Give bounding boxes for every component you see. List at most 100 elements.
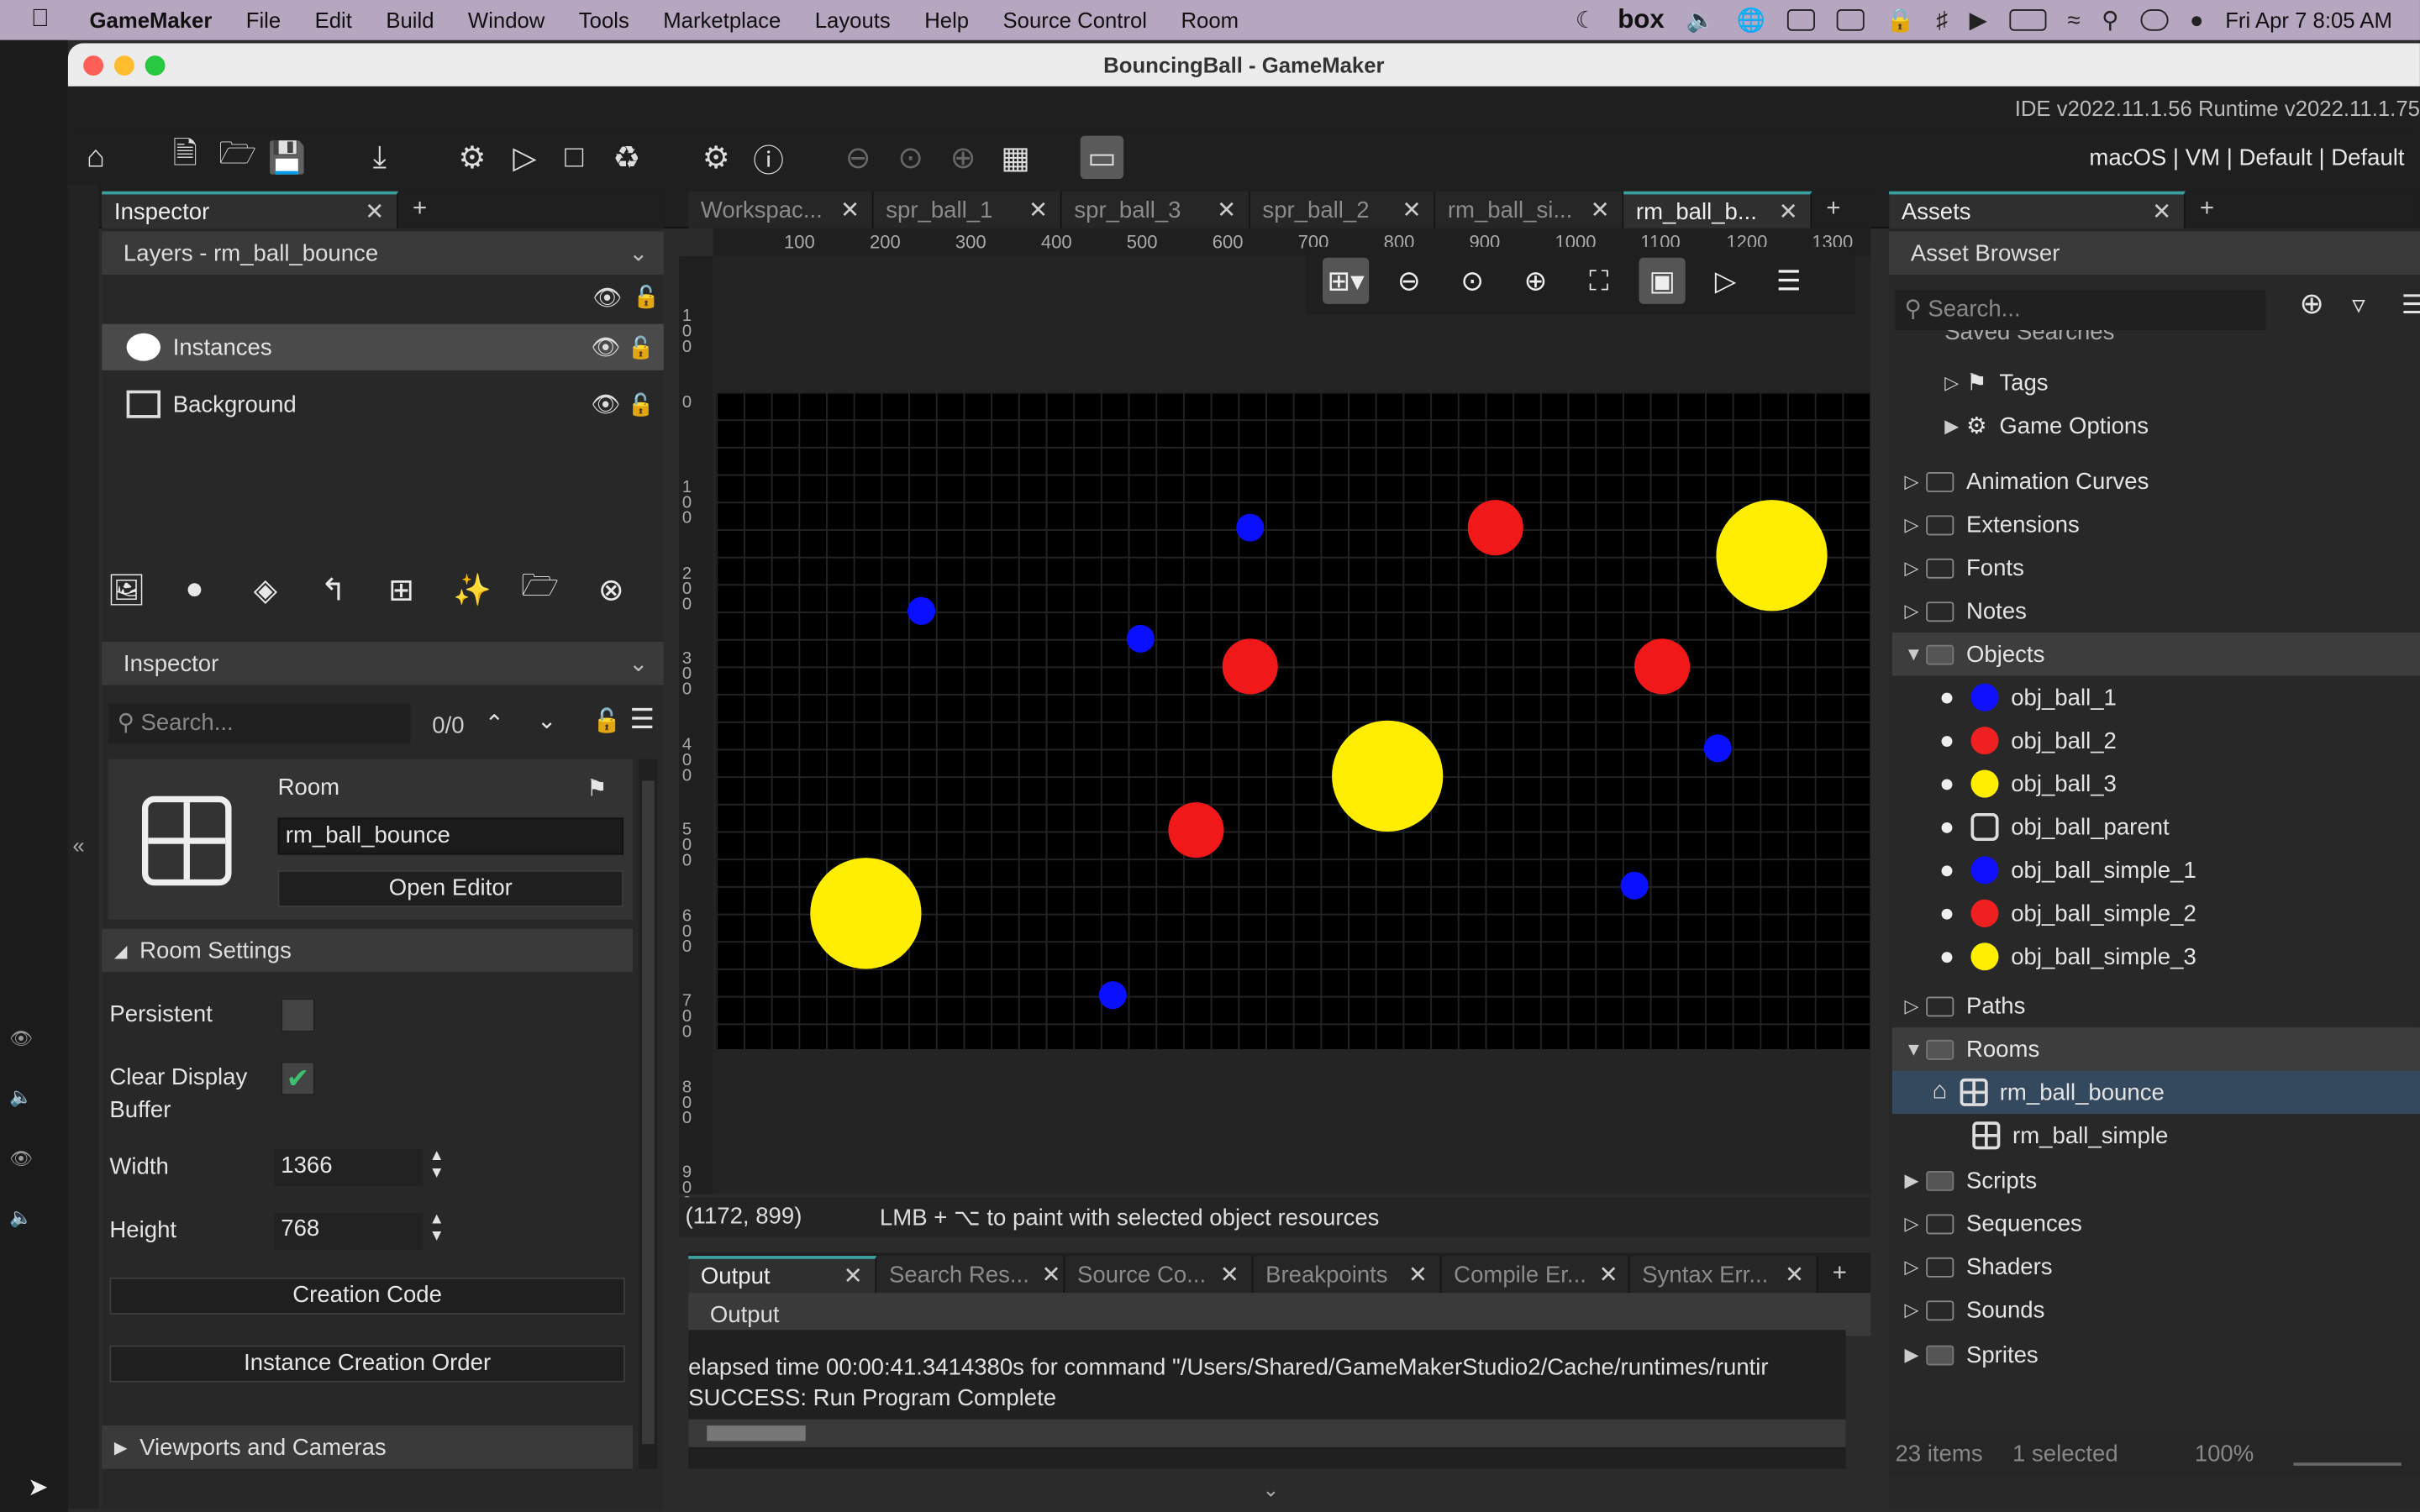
tree-folder-sequences[interactable]: ▷ Sequences <box>1892 1202 2420 1245</box>
home-icon[interactable]: ⌂ <box>74 136 117 179</box>
fit-view-icon[interactable]: ▦ <box>994 136 1037 179</box>
ball-instance[interactable] <box>1236 513 1265 542</box>
tree-row-saved-searches[interactable]: Saved Searches <box>1892 330 2420 352</box>
ball-instance[interactable] <box>1222 638 1278 695</box>
room-bounds-icon[interactable]: ▣ <box>1639 257 1686 304</box>
ball-instance[interactable] <box>1332 720 1444 832</box>
add-tab-icon[interactable]: + <box>398 192 441 228</box>
menu-icon[interactable]: ☰ <box>2402 290 2420 321</box>
add-tile-layer-icon[interactable]: ◈ <box>241 564 291 614</box>
run-icon[interactable]: ▷ <box>503 136 546 179</box>
height-stepper[interactable]: ▲ ▼ <box>429 1211 445 1245</box>
tree-row-tags[interactable]: ▷ ⚑ Tags <box>1892 361 2420 404</box>
close-icon[interactable]: ✕ <box>2152 197 2171 225</box>
room-settings-header[interactable]: ◢ Room Settings <box>102 928 634 973</box>
add-effect-layer-icon[interactable]: ✨ <box>448 564 497 614</box>
tree-object-row[interactable]: obj_ball_2 <box>1892 719 2420 762</box>
screen-record-icon[interactable] <box>1786 9 1815 31</box>
tree-folder-animation-curves[interactable]: ▷ Animation Curves <box>1892 459 2420 502</box>
expand-triangle-icon[interactable]: ▷ <box>1904 557 1926 579</box>
collapse-triangle-icon[interactable]: ▼ <box>1904 643 1926 665</box>
clear-display-checkbox[interactable]: ✔ <box>281 1061 315 1096</box>
close-icon[interactable]: ✕ <box>365 197 384 225</box>
menu-help[interactable]: Help <box>924 8 969 32</box>
chevron-down-icon[interactable]: ⌄ <box>537 706 556 734</box>
tree-room-row[interactable]: rm_ball_simple <box>1892 1114 2420 1157</box>
clean-icon[interactable]: ♻ <box>605 136 648 179</box>
ball-instance[interactable] <box>1168 802 1224 858</box>
room-canvas[interactable] <box>713 255 1871 1194</box>
asset-search-input[interactable]: ⚲ Search... <box>1895 290 2266 331</box>
room-grid[interactable] <box>716 391 1871 1049</box>
target-selector[interactable]: macOS | VM | Default | Default <box>2089 145 2404 171</box>
close-icon[interactable]: ✕ <box>1779 197 1798 225</box>
delete-layer-icon[interactable]: ⊗ <box>587 564 636 614</box>
speaker-icon[interactable]: 🔈 <box>9 1086 32 1108</box>
ball-instance[interactable] <box>1126 624 1155 653</box>
tab-spr-ball-1[interactable]: spr_ball_1 ✕ <box>873 191 1062 228</box>
tree-folder-shaders[interactable]: ▷ Shaders <box>1892 1245 2420 1288</box>
expand-triangle-icon[interactable]: ▶ <box>1904 1169 1926 1191</box>
tree-folder-extensions[interactable]: ▷ Extensions <box>1892 503 2420 546</box>
expand-triangle-icon[interactable]: ▷ <box>1904 995 1926 1017</box>
expand-triangle-icon[interactable]: ▷ <box>1904 1213 1926 1235</box>
open-editor-button[interactable]: Open Editor <box>277 869 624 907</box>
tab-workspace[interactable]: Workspac... ✕ <box>688 191 874 228</box>
play-status-icon[interactable]: ▶ <box>1970 6 1987 34</box>
help-icon[interactable]: ⓘ <box>747 136 790 179</box>
tree-folder-fonts[interactable]: ▷ Fonts <box>1892 546 2420 589</box>
new-project-icon[interactable]: 🗎 <box>164 136 207 179</box>
chevron-up-icon[interactable]: ⌃ <box>485 710 504 738</box>
speaker-icon[interactable]: 🔈 <box>9 1206 32 1228</box>
tab-spr-ball-3[interactable]: spr_ball_3 ✕ <box>1061 191 1250 228</box>
tree-folder-scripts[interactable]: ▶ Scripts <box>1892 1158 2420 1201</box>
fit-view-icon[interactable]: ⛶ <box>1576 258 1622 304</box>
tree-folder-sounds[interactable]: ▷ Sounds <box>1892 1289 2420 1331</box>
horizontal-scrollbar[interactable] <box>688 1419 1846 1447</box>
instance-creation-order-button[interactable]: Instance Creation Order <box>109 1345 625 1383</box>
close-icon[interactable]: ✕ <box>1599 1261 1618 1288</box>
lock-icon[interactable]: 🔓 <box>628 391 655 417</box>
zoom-out-icon[interactable]: ⊖ <box>836 136 879 179</box>
collapse-triangle-icon[interactable]: ▼ <box>1904 1038 1926 1060</box>
expand-triangle-icon[interactable]: ▷ <box>1904 470 1926 492</box>
zoom-reset-icon[interactable]: ⊙ <box>889 136 932 179</box>
zoom-window-button[interactable] <box>145 55 166 76</box>
add-folder-icon[interactable]: 🗁 <box>515 564 565 614</box>
eye-icon[interactable]: 👁 <box>591 333 620 361</box>
tree-folder-paths[interactable]: ▷ Paths <box>1892 984 2420 1027</box>
ball-instance[interactable] <box>1620 871 1649 900</box>
expand-dock-icon[interactable]: « <box>72 833 84 858</box>
add-instance-layer-icon[interactable]: ● <box>170 564 219 614</box>
add-path-layer-icon[interactable]: ↰ <box>308 564 358 614</box>
inspector-search-input[interactable]: ⚲ Search... <box>108 703 411 744</box>
control-center-icon[interactable] <box>2140 9 2169 31</box>
tab-output[interactable]: Output ✕ <box>688 1256 877 1294</box>
tab-syntax-errors[interactable]: Syntax Err... ✕ <box>1629 1256 1818 1294</box>
globe-icon[interactable]: 🌐 <box>1736 6 1765 34</box>
volume-icon[interactable]: 🔈 <box>1686 6 1714 34</box>
add-tab-icon[interactable]: + <box>1812 192 1854 228</box>
minimize-window-button[interactable] <box>113 55 134 76</box>
inspector-header[interactable]: Inspector ⌄ <box>102 642 664 685</box>
grid-toggle-icon[interactable]: ⊞▾ <box>1323 257 1370 304</box>
lock-icon[interactable]: 🔓 <box>628 334 655 360</box>
menu-source-control[interactable]: Source Control <box>1003 8 1148 32</box>
close-icon[interactable]: ✕ <box>1402 196 1421 223</box>
tree-object-row[interactable]: obj_ball_parent <box>1892 806 2420 848</box>
chevron-down-icon[interactable]: ⌄ <box>629 239 648 267</box>
expand-triangle-icon[interactable]: ▷ <box>1904 514 1926 536</box>
tab-source-control[interactable]: Source Co... ✕ <box>1065 1256 1254 1294</box>
card-icon[interactable] <box>1836 9 1865 31</box>
tab-inspector[interactable]: Inspector ✕ <box>102 191 398 228</box>
viewports-header[interactable]: ▶ Viewports and Cameras <box>102 1425 634 1469</box>
lock-icon[interactable]: 🔓 <box>592 706 621 734</box>
box-app-icon[interactable]: box <box>1618 5 1665 36</box>
zoom-out-icon[interactable]: ⊖ <box>1386 258 1432 304</box>
ball-instance[interactable] <box>1634 638 1691 695</box>
expand-triangle-icon[interactable]: ▷ <box>1904 1299 1926 1321</box>
persistent-checkbox[interactable] <box>281 998 315 1032</box>
menu-edit[interactable]: Edit <box>315 8 352 32</box>
layers-header[interactable]: Layers - rm_ball_bounce ⌄ <box>102 231 664 275</box>
menu-file[interactable]: File <box>246 8 281 32</box>
